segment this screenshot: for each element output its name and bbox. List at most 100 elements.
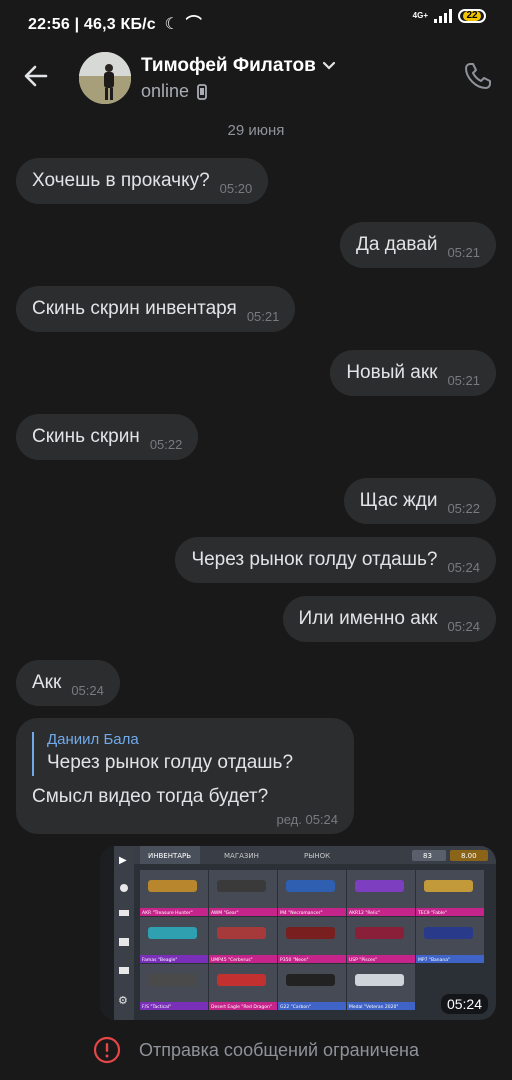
- status-bar-text: 22:56 | 46,3 КБ/с ☾ ⌒: [28, 10, 202, 34]
- item-name: AKR "Treasure Hunter": [142, 910, 193, 916]
- message-time: 05:22: [149, 436, 183, 452]
- item-name: P350 "Neon": [280, 957, 309, 963]
- message-outgoing[interactable]: Новый акк 05:21: [330, 350, 496, 396]
- inventory-item: Medal "Veteran 2020": [347, 964, 415, 1010]
- message-text: Или именно акк: [298, 608, 438, 629]
- inventory-item: F/S "Tactical": [140, 964, 208, 1010]
- photo-message[interactable]: ▶ ⚙ ИНВЕНТАРЬ МАГАЗИН РЫНОК 83 8.00 AKR …: [100, 846, 496, 1020]
- inventory-item: UMP45 "Cerberus": [209, 917, 277, 963]
- gold-value: 8.00: [461, 852, 477, 860]
- item-image: [424, 927, 473, 939]
- status-icons: 4G+ 22: [413, 9, 486, 23]
- status-time-speed: 22:56 | 46,3 КБ/с: [28, 16, 156, 33]
- back-arrow-icon[interactable]: [22, 62, 50, 90]
- inventory-item: TEC9 "Fable": [416, 870, 484, 916]
- message-time: 05:20: [219, 180, 253, 196]
- chat-header: Тимофей Филатов online: [0, 40, 512, 112]
- inventory-item: Famas "Beagle": [140, 917, 208, 963]
- game-tab-inventory: ИНВЕНТАРЬ: [148, 852, 191, 860]
- inventory-item: MP7 "Banana": [416, 917, 484, 963]
- message-outgoing[interactable]: Да давай 05:21: [340, 222, 496, 268]
- item-name: MP7 "Banana": [418, 957, 450, 963]
- clan-icon: [119, 967, 129, 974]
- message-time: 05:21: [447, 244, 480, 260]
- quote-author[interactable]: Даниил Бала: [47, 731, 139, 748]
- message-time: 05:21: [246, 308, 280, 324]
- status-bar: 22:56 | 46,3 КБ/с ☾ ⌒ 4G+ 22: [0, 0, 512, 40]
- item-name: F/S "Tactical": [142, 1004, 171, 1010]
- quote-text[interactable]: Через рынок голду отдашь?: [47, 752, 293, 774]
- message-text: Скинь скрин: [32, 426, 140, 447]
- message-time: ред. 05:24: [276, 812, 338, 827]
- item-image: [355, 927, 404, 939]
- date-separator: 29 июня: [227, 122, 285, 139]
- battery-level: 22: [463, 11, 481, 21]
- message-outgoing[interactable]: Через рынок голду отдашь? 05:24: [175, 537, 496, 583]
- inventory-screenshot: ▶ ⚙ ИНВЕНТАРЬ МАГАЗИН РЫНОК 83 8.00 AKR …: [100, 846, 496, 1020]
- battery-icon: 22: [458, 9, 486, 23]
- device-icon: [197, 83, 207, 100]
- item-image: [424, 880, 473, 892]
- message-text: Акк: [32, 672, 62, 693]
- contact-name: Тимофей Филатов: [141, 55, 316, 76]
- message-reply[interactable]: Даниил Бала Через рынок голду отдашь? См…: [16, 718, 354, 834]
- game-tab-market: РЫНОК: [304, 852, 330, 860]
- message-incoming[interactable]: Скинь скрин 05:22: [16, 414, 199, 460]
- signal-icon: [434, 9, 452, 23]
- inventory-item: AWM "Gear": [209, 870, 277, 916]
- headphones-icon: ⌒: [185, 16, 202, 33]
- message-text: Скинь скрин инвентаря: [32, 298, 237, 319]
- restriction-text: Отправка сообщений ограничена: [139, 1039, 419, 1060]
- chevron-down-icon: [322, 61, 335, 70]
- message-text: Щас жди: [359, 490, 438, 511]
- message-text: Новый акк: [346, 362, 438, 383]
- dnd-moon-icon: ☾: [164, 16, 180, 33]
- item-name: M4 "Necromancer": [280, 910, 323, 916]
- avatar[interactable]: [79, 52, 131, 104]
- play-icon: ▶: [119, 855, 127, 866]
- phone-icon[interactable]: [462, 60, 494, 92]
- message-incoming[interactable]: Хочешь в прокачку? 05:20: [16, 158, 269, 204]
- inventory-item: G22 "Carbon": [278, 964, 346, 1010]
- item-name: Medal "Veteran 2020": [349, 1004, 398, 1010]
- contact-name-row[interactable]: Тимофей Филатов: [141, 55, 336, 77]
- item-name: Desert Eagle "Red Dragon": [211, 1004, 272, 1010]
- network-type: 4G+: [412, 11, 428, 20]
- photo-time: 05:24: [440, 994, 488, 1014]
- message-time: 05:24: [447, 618, 480, 634]
- message-time: 05:24: [71, 682, 104, 698]
- item-image: [217, 974, 266, 986]
- weapon-menu-icon: [119, 910, 129, 916]
- inventory-item: AKR "Treasure Hunter": [140, 870, 208, 916]
- profile-icon: [120, 884, 128, 892]
- message-incoming[interactable]: Скинь скрин инвентаря 05:21: [16, 286, 296, 332]
- message-outgoing[interactable]: Или именно акк 05:24: [282, 596, 496, 642]
- silver-value: 83: [423, 852, 432, 860]
- item-image: [355, 974, 404, 986]
- contact-status: online: [141, 81, 207, 102]
- item-image: [148, 927, 197, 939]
- inventory-item: P350 "Neon": [278, 917, 346, 963]
- message-incoming[interactable]: Акк 05:24: [16, 660, 120, 706]
- message-text: Да давай: [356, 234, 438, 255]
- quote-bar: [32, 732, 34, 776]
- item-name: Famas "Beagle": [142, 957, 177, 963]
- case-icon: [119, 938, 129, 946]
- inventory-item: M4 "Necromancer": [278, 870, 346, 916]
- item-name: AKR12 "Relic": [349, 910, 380, 916]
- inventory-item: USP "Pisces": [347, 917, 415, 963]
- item-name: TEC9 "Fable": [417, 910, 447, 916]
- item-image: [286, 880, 335, 892]
- message-text: Смысл видео тогда будет?: [32, 786, 269, 807]
- restriction-notice: Отправка сообщений ограничена: [0, 1020, 512, 1080]
- item-image: [217, 927, 266, 939]
- warning-icon: [93, 1036, 121, 1064]
- inventory-item: AKR12 "Relic": [347, 870, 415, 916]
- inventory-item: Desert Eagle "Red Dragon": [209, 964, 277, 1010]
- message-outgoing[interactable]: Щас жди 05:22: [343, 478, 496, 524]
- item-image: [148, 880, 197, 892]
- item-name: G22 "Carbon": [280, 1004, 311, 1010]
- message-text: Хочешь в прокачку?: [32, 170, 210, 191]
- item-image: [286, 927, 335, 939]
- message-text: Через рынок голду отдашь?: [191, 549, 438, 570]
